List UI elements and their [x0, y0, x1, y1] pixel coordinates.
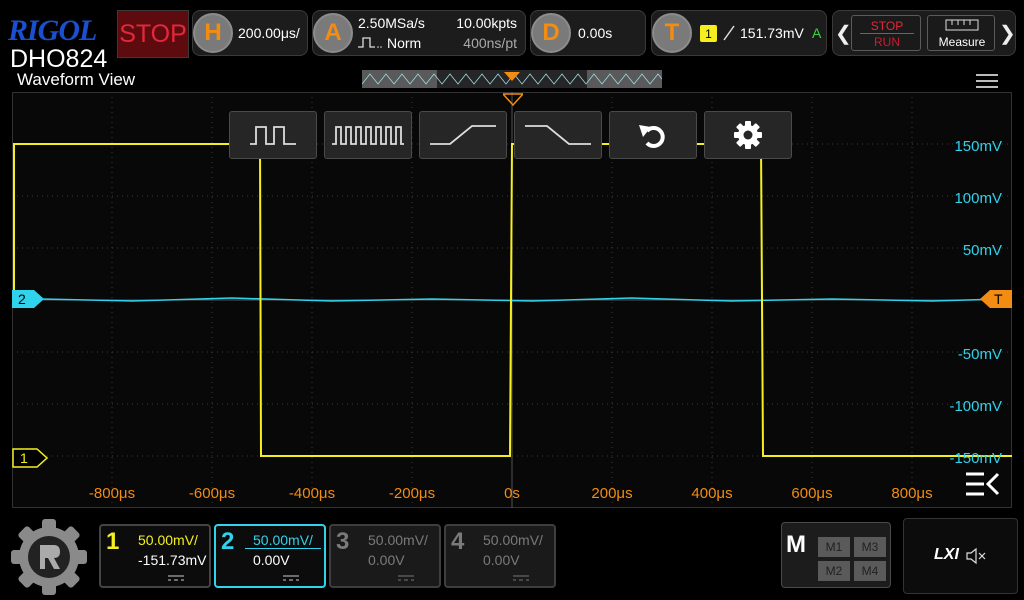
horizontal-timebase-button[interactable]: H 200.00μs/	[192, 10, 308, 56]
ch2-number: 2	[221, 528, 235, 555]
dc-coupling-icon	[513, 575, 529, 581]
ch1-marker-shape	[12, 448, 48, 468]
ruler-icon	[945, 19, 979, 31]
trigger-level-marker[interactable]: T	[980, 290, 1012, 308]
rising-edge-icon	[723, 25, 735, 41]
gear-icon	[734, 121, 762, 149]
undo-button[interactable]	[609, 111, 697, 159]
chevron-right-icon[interactable]: ❯	[999, 21, 1016, 46]
trigger-button[interactable]: T 1 151.73mV A	[651, 10, 827, 56]
measure-label: Measure	[938, 35, 986, 49]
acquire-key: A	[313, 13, 353, 53]
acquire-button[interactable]: A 2.50MSa/s Norm 10.00kpts 400ns/pt	[312, 10, 526, 56]
undo-icon	[639, 125, 665, 148]
time-label: 0s	[504, 485, 520, 502]
ch1-offset-marker[interactable]: 1	[12, 448, 48, 468]
dc-coupling-icon	[398, 575, 414, 581]
trigger-key: T	[652, 13, 692, 53]
math-slot-m3[interactable]: M3	[854, 537, 886, 557]
sample-rate: 2.50MSa/s	[358, 15, 425, 31]
square-wave-button[interactable]	[229, 111, 317, 159]
trigger-marker-label: T	[994, 291, 1003, 307]
ch4-scale: 50.00mV/	[483, 532, 543, 548]
home-gear-icon[interactable]	[8, 517, 90, 597]
timebase-value: 200.00μs/	[238, 25, 300, 41]
memory-depth: 10.00kpts	[456, 15, 517, 31]
time-label: -400μs	[288, 485, 336, 502]
math-slot-m1[interactable]: M1	[818, 537, 850, 557]
dc-coupling-icon	[283, 575, 299, 581]
time-label: 200μs	[591, 485, 633, 502]
collapse-menu-icon[interactable]	[964, 470, 1002, 498]
speaker-muted-icon[interactable]	[966, 547, 986, 565]
delay-key: D	[531, 13, 571, 53]
math-slot-m4[interactable]: M4	[854, 561, 886, 581]
time-label: 400μs	[691, 485, 733, 502]
ch3-number: 3	[336, 528, 350, 555]
time-label: 800μs	[891, 485, 933, 502]
quick-button-panel: ❮ STOP RUN Measure ❯	[832, 10, 1016, 56]
time-label: 600μs	[791, 485, 833, 502]
trigger-source-badge: 1	[700, 25, 717, 42]
time-label: -200μs	[388, 485, 436, 502]
time-label: -800μs	[88, 485, 136, 502]
stop-label: STOP	[870, 19, 904, 33]
trigger-sweep: A	[812, 25, 822, 41]
ch4-offset: 0.00V	[483, 552, 520, 568]
volt-label: -50mV	[957, 346, 1002, 363]
stop-run-button[interactable]: STOP RUN	[851, 15, 921, 51]
volt-label: 100mV	[954, 190, 1002, 207]
run-stop-status[interactable]: STOP	[117, 10, 189, 58]
rising-edge-icon	[430, 125, 496, 145]
volt-label: -100mV	[949, 398, 1002, 415]
waveform-overview-bar[interactable]	[362, 70, 662, 88]
waveform-traces	[12, 92, 1012, 508]
time-resolution: 400ns/pt	[463, 35, 517, 51]
acquire-mode-icon	[358, 37, 382, 48]
divider	[860, 33, 914, 34]
lxi-logo: LXI	[934, 546, 959, 563]
waveform-view-title: Waveform View	[17, 70, 136, 89]
dense-square-wave-button[interactable]	[324, 111, 412, 159]
rising-edge-button[interactable]	[419, 111, 507, 159]
falling-edge-button[interactable]	[514, 111, 602, 159]
ch2-marker-label: 2	[18, 291, 26, 307]
horizontal-key: H	[193, 13, 233, 53]
volt-label: 50mV	[962, 242, 1002, 259]
delay-button[interactable]: D 0.00s	[530, 10, 646, 56]
time-label: -600μs	[188, 485, 236, 502]
ch2-offset-marker[interactable]: 2	[12, 290, 44, 308]
falling-edge-icon	[525, 125, 591, 145]
math-button[interactable]: M M1 M3 M2 M4	[781, 522, 891, 588]
square-wave-icon	[250, 126, 296, 145]
ch3-offset: 0.00V	[368, 552, 405, 568]
ch2-marker-shape	[12, 290, 44, 308]
measure-button[interactable]: Measure	[927, 15, 995, 51]
ch1-number: 1	[106, 528, 120, 555]
volt-label: 150mV	[954, 138, 1002, 155]
ch1-scale: 50.00mV/	[138, 532, 198, 548]
math-slot-m2[interactable]: M2	[818, 561, 850, 581]
trigger-level: 151.73mV	[740, 25, 804, 41]
delay-value: 0.00s	[578, 25, 613, 41]
ch1-marker-label: 1	[20, 450, 28, 466]
ch2-offset: 0.00V	[253, 552, 290, 568]
dense-square-wave-icon	[332, 126, 404, 145]
ch3-scale: 50.00mV/	[368, 532, 428, 548]
menu-icon[interactable]	[976, 74, 998, 92]
acquire-mode: Norm	[387, 35, 422, 51]
trigger-position-marker[interactable]	[503, 92, 523, 106]
rigol-logo: RIGOL	[8, 14, 97, 47]
math-key: M	[786, 531, 806, 558]
dc-coupling-icon	[168, 575, 184, 581]
volt-label: -150mV	[949, 450, 1002, 467]
ch2-scale: 50.00mV/	[253, 532, 313, 548]
chevron-left-icon[interactable]: ❮	[835, 21, 852, 46]
settings-button[interactable]	[704, 111, 792, 159]
status-panel: LXI	[903, 518, 1018, 594]
ch2-selected-divider	[245, 548, 321, 549]
ch1-offset: -151.73mV	[138, 552, 207, 568]
ch4-number: 4	[451, 528, 465, 555]
run-label: RUN	[874, 35, 900, 49]
